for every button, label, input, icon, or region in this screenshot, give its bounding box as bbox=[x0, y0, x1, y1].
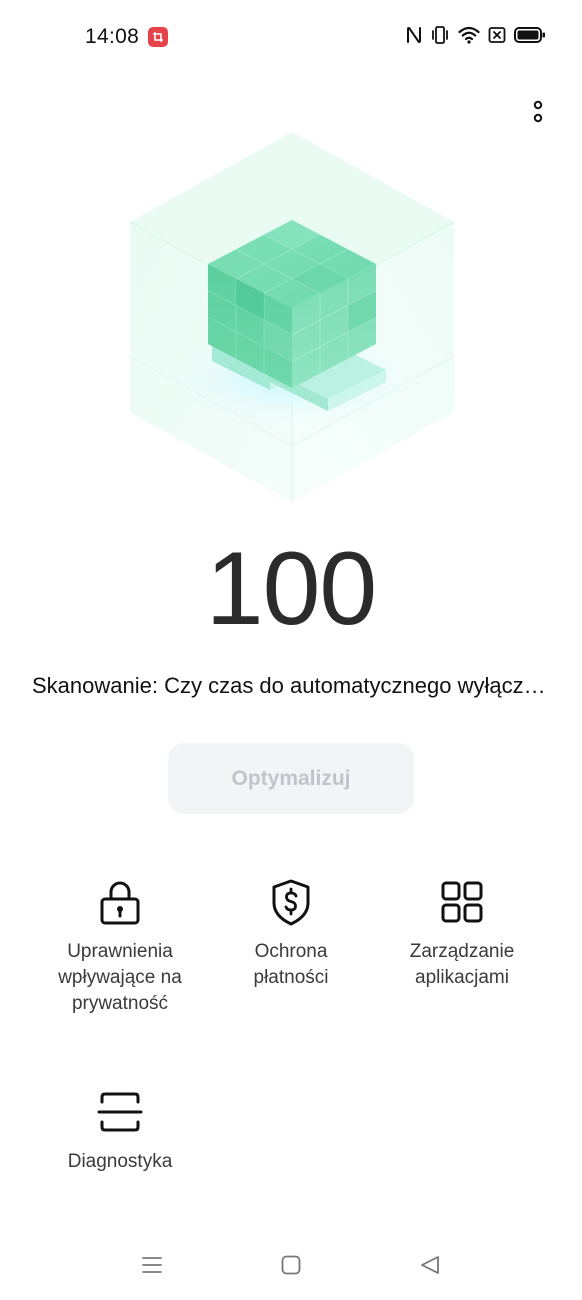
tool-diagnostics[interactable]: Diagnostyka bbox=[30, 1088, 210, 1175]
scan-frame-icon bbox=[97, 1092, 143, 1132]
recent-apps-button[interactable] bbox=[137, 1250, 167, 1280]
shield-dollar-icon bbox=[272, 879, 310, 926]
home-button[interactable] bbox=[276, 1250, 306, 1280]
tool-label: Ochrona płatności bbox=[253, 941, 329, 988]
sim-blocked-icon bbox=[488, 26, 506, 44]
tool-label: Zarządzanie aplikacjami bbox=[409, 941, 515, 988]
nfc-icon bbox=[406, 26, 422, 44]
tool-privacy-permissions[interactable]: Uprawnienia wpływające na prywatność bbox=[30, 878, 210, 1017]
tool-label: Diagnostyka bbox=[67, 1151, 173, 1172]
home-icon bbox=[281, 1255, 301, 1275]
more-options-button[interactable] bbox=[524, 96, 552, 128]
lock-icon bbox=[100, 881, 140, 925]
battery-icon bbox=[514, 26, 546, 44]
tool-label: Uprawnienia wpływające na prywatność bbox=[58, 941, 182, 1014]
wifi-icon bbox=[458, 26, 480, 44]
status-icons bbox=[406, 26, 546, 44]
back-icon bbox=[421, 1256, 439, 1274]
tool-app-management[interactable]: Zarządzanie aplikacjami bbox=[372, 878, 552, 991]
optimize-button[interactable]: Optymalizuj bbox=[168, 743, 414, 814]
app-grid-icon bbox=[441, 881, 483, 923]
scan-status-text: Skanowanie: Czy czas do automatycznego w… bbox=[32, 673, 546, 698]
tool-payment-protection[interactable]: Ochrona płatności bbox=[201, 878, 381, 991]
screenshot-notification-icon bbox=[148, 27, 168, 47]
status-time: 14:08 bbox=[85, 25, 140, 48]
phone-screen: 14:08 100 Skanowanie: Czy czas do automa… bbox=[0, 0, 582, 1300]
green-cube-icon bbox=[120, 126, 464, 506]
status-bar: 14:08 bbox=[0, 0, 582, 74]
more-vertical-icon bbox=[533, 100, 543, 123]
navigation-bar bbox=[0, 1236, 582, 1292]
health-score: 100 bbox=[205, 531, 378, 647]
vibrate-icon bbox=[430, 26, 450, 44]
back-button[interactable] bbox=[415, 1250, 445, 1280]
menu-icon bbox=[142, 1257, 162, 1273]
